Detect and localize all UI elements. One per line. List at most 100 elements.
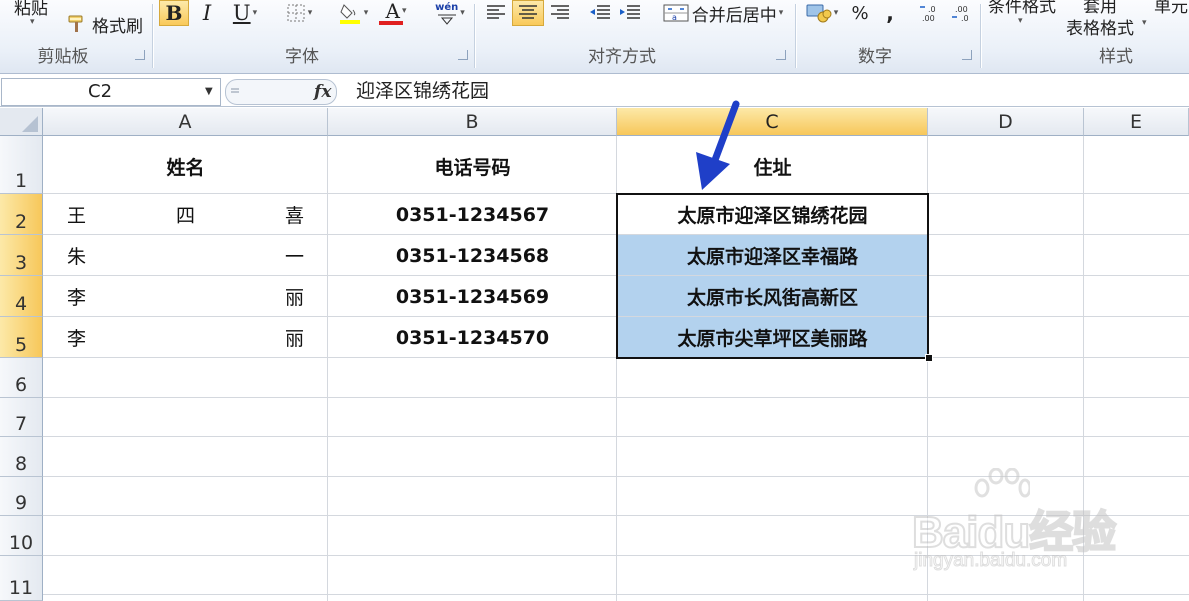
- ribbon-separator: [152, 4, 153, 68]
- row-header-1[interactable]: 1: [0, 136, 43, 194]
- name-char: 王: [67, 205, 87, 227]
- comma-button[interactable]: ,: [880, 0, 900, 26]
- fill-color-icon: [339, 4, 360, 24]
- italic-button[interactable]: I: [196, 0, 218, 26]
- cell-c4[interactable]: 太原市长风街高新区: [617, 276, 928, 317]
- font-color-label: A: [385, 0, 400, 23]
- insert-function-button[interactable]: fx: [314, 80, 331, 104]
- row-header-4[interactable]: 4: [0, 276, 43, 317]
- name-box[interactable]: C2 ▼: [1, 78, 221, 106]
- column-header-a[interactable]: A: [43, 108, 328, 136]
- cell-c2[interactable]: 太原市迎泽区锦绣花园: [617, 194, 928, 235]
- watermark: Baidu经验 jingyan.baidu.com: [911, 468, 1182, 578]
- decrease-decimal-button[interactable]: .00 .0: [950, 0, 978, 26]
- cell-a2[interactable]: 王 四 喜: [43, 194, 328, 235]
- decrease-decimal-icon: .00 .0: [952, 5, 969, 23]
- cell-a5[interactable]: 李 丽: [43, 317, 328, 358]
- select-all-button[interactable]: [0, 108, 43, 136]
- cell-styles-label: 单元: [1154, 0, 1188, 17]
- group-label-font: 字体: [285, 47, 319, 67]
- cell-b2[interactable]: 0351-1234567: [328, 194, 617, 235]
- cell-b1[interactable]: 电话号码: [328, 136, 617, 194]
- decrease-indent-icon: [590, 5, 610, 19]
- svg-text:.00: .00: [955, 5, 968, 14]
- bold-label: B: [165, 1, 183, 25]
- row-header-3[interactable]: 3: [0, 235, 43, 276]
- number-launcher-icon[interactable]: [962, 50, 972, 60]
- font-color-dropdown-icon: ▾: [401, 6, 407, 16]
- cell-c1[interactable]: 住址: [617, 136, 928, 194]
- cell-a3[interactable]: 朱 一: [43, 235, 328, 276]
- fill-handle[interactable]: [925, 354, 933, 362]
- name-box-dropdown-icon[interactable]: ▼: [205, 79, 213, 105]
- name-box-value: C2: [88, 81, 113, 102]
- name-char: 李: [67, 328, 87, 350]
- row-header-6[interactable]: 6: [0, 358, 43, 398]
- group-label-clipboard: 剪贴板: [37, 47, 89, 67]
- merge-center-button[interactable]: a 合并后居中 ▾: [656, 0, 790, 26]
- group-label-alignment: 对齐方式: [588, 47, 656, 67]
- bold-button[interactable]: B: [159, 0, 189, 26]
- name-char: 丽: [284, 287, 304, 309]
- row-header-5[interactable]: 5: [0, 317, 43, 358]
- name-char: 喜: [284, 205, 304, 227]
- underline-button[interactable]: U ▾: [226, 0, 264, 26]
- cell-b3[interactable]: 0351-1234568: [328, 235, 617, 276]
- currency-button[interactable]: ▾: [802, 0, 842, 26]
- fx-icon: fx: [314, 82, 332, 102]
- row-header-8[interactable]: 8: [0, 437, 43, 477]
- column-header-c[interactable]: C: [617, 108, 928, 136]
- cell-styles-button[interactable]: 单元: [1154, 0, 1188, 17]
- watermark-url: jingyan.baidu.com: [913, 550, 1068, 572]
- percent-button[interactable]: %: [848, 0, 872, 26]
- row-header-7[interactable]: 7: [0, 398, 43, 437]
- gridline: [43, 436, 1189, 437]
- clipboard-launcher-icon[interactable]: [135, 50, 145, 60]
- border-dropdown-icon: ▾: [307, 8, 313, 18]
- row-header-11[interactable]: 11: [0, 556, 43, 601]
- alignment-launcher-icon[interactable]: [776, 50, 786, 60]
- conditional-format-dropdown-icon[interactable]: ▾: [1018, 16, 1023, 26]
- increase-indent-icon: [620, 5, 640, 19]
- phonetic-button[interactable]: wén ▾: [428, 0, 472, 26]
- cell-a1[interactable]: 姓名: [43, 136, 328, 194]
- conditional-format-label: 条件格式: [988, 0, 1056, 17]
- increase-decimal-button[interactable]: .0 .00: [918, 0, 946, 26]
- cell-a4[interactable]: 李 丽: [43, 276, 328, 317]
- cell-c5[interactable]: 太原市尖草坪区美丽路: [617, 317, 928, 358]
- cell-b4[interactable]: 0351-1234569: [328, 276, 617, 317]
- group-label-styles: 样式: [1099, 47, 1133, 67]
- fill-color-button[interactable]: ▾: [333, 0, 373, 26]
- formula-input[interactable]: 迎泽区锦绣花园: [356, 78, 489, 104]
- font-color-button[interactable]: A ▾: [376, 0, 416, 26]
- column-header-b[interactable]: B: [328, 108, 617, 136]
- format-painter-button[interactable]: 格式刷: [66, 12, 143, 37]
- increase-indent-button[interactable]: [616, 0, 644, 26]
- format-painter-icon: [68, 15, 83, 32]
- table-format-label: 表格格式: [1066, 19, 1134, 39]
- row-header-2[interactable]: 2: [0, 194, 43, 235]
- align-right-button[interactable]: [546, 0, 574, 26]
- row-header-9[interactable]: 9: [0, 477, 43, 516]
- align-left-button[interactable]: [482, 0, 510, 26]
- svg-text:.0: .0: [928, 5, 936, 14]
- name-char: 丽: [284, 328, 304, 350]
- font-launcher-icon[interactable]: [458, 50, 468, 60]
- conditional-format-button[interactable]: 条件格式: [988, 0, 1056, 17]
- align-left-icon: [487, 5, 505, 19]
- decrease-indent-button[interactable]: [586, 0, 614, 26]
- column-header-d[interactable]: D: [928, 108, 1084, 136]
- cell-c3[interactable]: 太原市迎泽区幸福路: [617, 235, 928, 276]
- border-button[interactable]: ▾: [281, 0, 317, 26]
- align-center-icon: [519, 5, 537, 19]
- align-right-icon: [551, 5, 569, 19]
- paste-dropdown-icon[interactable]: ▾: [30, 17, 35, 27]
- column-header-e[interactable]: E: [1084, 108, 1189, 136]
- row-header-10[interactable]: 10: [0, 516, 43, 556]
- merge-center-label: 合并后居中: [691, 5, 777, 26]
- select-all-icon: [22, 116, 38, 132]
- align-center-button[interactable]: [512, 0, 544, 26]
- format-as-table-button[interactable]: 套用 表格格式: [1066, 0, 1134, 39]
- formula-bar-handle-icon[interactable]: [230, 84, 240, 98]
- cell-b5[interactable]: 0351-1234570: [328, 317, 617, 358]
